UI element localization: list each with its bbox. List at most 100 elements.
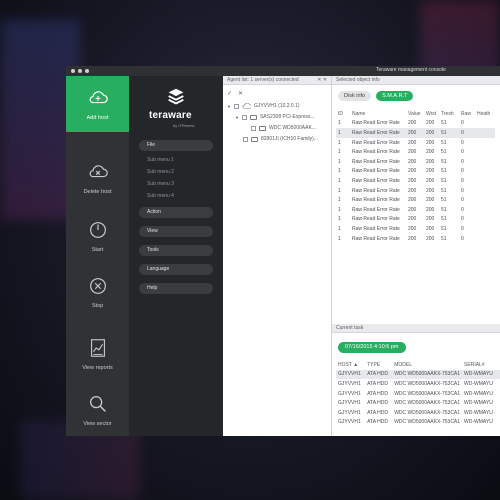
menu-language[interactable]: Language [139,264,213,275]
column-header[interactable]: Wrst [424,109,439,119]
table-cell: 1 [338,158,341,165]
controller-icon [249,114,257,120]
column-header[interactable]: TYPE [365,360,392,370]
table-cell: 200 [408,235,417,242]
submenu-item[interactable]: Sub menu 4 [147,193,174,199]
table-row[interactable]: GJYVVH1 ATA HDD WDC WD5000AAKX-753CA1 WD-WM… [336,398,500,408]
table-cell: ATA HDD [367,409,389,416]
table-cell: 200 [424,128,439,138]
table-cell: ATA HDD [367,419,389,426]
table-cell: 51 [441,139,447,146]
tree-checkbox[interactable] [241,114,247,120]
task-date-button[interactable]: 07/16/2015 4:10:6 pm [338,342,406,353]
table-row[interactable]: 1 Raw Read Error Rate 200 200 51 0 [336,157,495,167]
submenu-item[interactable]: Sub menu 3 [147,181,174,187]
table-row[interactable]: 1 Raw Read Error Rate 200 200 51 0 [336,138,495,148]
table-cell [475,167,495,177]
table-row[interactable]: 1 Raw Read Error Rate 200 200 51 0 [336,215,495,225]
table-row[interactable]: 1 Raw Read Error Rate 200 200 51 0 [336,186,495,196]
table-cell: WDC WD5000AAKX-753CA1 [394,419,461,426]
stop-button[interactable]: Stop [66,264,129,320]
table-cell: 0 [461,139,464,146]
tree-node-controller[interactable]: ▼ SAS2308 PCI-Express... [235,114,315,120]
table-row[interactable]: GJYVVH1 ATA HDD WDC WD5000AAKX-753CA1 WD-WM… [336,379,500,389]
menu-file[interactable]: File [139,140,213,151]
table-cell: 200 [408,177,417,184]
table-row[interactable]: 1 Raw Read Error Rate 200 200 51 0 [336,205,495,215]
column-header[interactable]: ID [336,109,350,119]
table-row[interactable]: 1 Raw Read Error Rate 200 200 51 0 [336,119,495,129]
table-cell: 0 [461,206,464,213]
table-row[interactable]: GJYVVH1 ATA HDD WDC WD5000AAKX-753CA1 WD-WM… [336,389,500,399]
smart-table: ID Name Value Wrst Tresh Raw Heath 1 Raw … [336,109,495,243]
table-cell: 1 [338,139,341,146]
table-row[interactable]: 1 Raw Read Error Rate 200 200 51 0 [336,147,495,157]
table-row[interactable]: 1 Raw Read Error Rate 200 200 51 0 [336,234,495,244]
table-cell [475,215,495,225]
add-host-button[interactable]: Add host [66,76,129,132]
tree-node-disk[interactable]: WDC WD5000AAK... [251,125,316,131]
start-button[interactable]: Start [66,208,129,264]
table-row[interactable]: GJYVVH1 ATA HDD WDC WD5000AAKX-753CA1 WD-WM… [336,418,500,428]
column-header[interactable]: Name [350,109,406,119]
menu-panel: teraware by ITRenew File Sub menu 1 Sub … [129,76,223,436]
table-header-row: ID Name Value Wrst Tresh Raw Heath [336,109,495,119]
table-cell: GJYVVH1 [338,390,361,397]
submenu-item[interactable]: Sub menu 2 [147,169,174,175]
tree-checkbox[interactable] [233,103,239,109]
close-window-button[interactable] [71,69,75,73]
check-all-icon[interactable]: ✓ [227,90,232,97]
report-chart-icon [90,339,105,357]
menu-view[interactable]: View [139,226,213,237]
column-header[interactable]: Heath [475,109,495,119]
add-cloud-icon [89,91,108,104]
tree-checkbox[interactable] [251,125,256,131]
menu-action[interactable]: Action [139,207,213,218]
tab-disk-info[interactable]: Disk info [338,91,372,101]
table-cell: 0 [461,158,464,165]
table-cell: 1 [338,168,341,175]
table-row[interactable]: GJYVVH1 ATA HDD WDC WD5000AAKX-753CA1 WD-WM… [336,369,500,380]
submenu-item[interactable]: Sub menu 1 [147,157,174,163]
column-header[interactable]: MODEL [392,360,462,370]
column-header[interactable]: Raw [459,109,475,119]
expand-caret-icon[interactable]: ▼ [227,104,231,109]
view-reports-button[interactable]: View reports [66,326,129,382]
column-header[interactable]: HOST ▲ [336,360,365,370]
column-header[interactable]: SERIAL# [462,360,500,370]
table-row[interactable]: 1 Raw Read Error Rate 200 200 51 0 [336,176,495,186]
table-cell: 0 [461,168,464,175]
table-cell: GJYVVH1 [338,409,361,416]
tree-node-controller[interactable]: 82801JI (ICH10 Family)... [243,136,318,142]
tree-label: 82801JI (ICH10 Family)... [261,136,318,142]
maximize-window-button[interactable] [85,69,89,73]
view-sector-button[interactable]: View sector [66,382,129,436]
expand-caret-icon[interactable]: ▼ [235,115,239,120]
tree-node-host[interactable]: ▼ GJYVVH1 (10.2.0.1) [227,103,300,109]
table-row[interactable]: 1 Raw Read Error Rate 200 200 51 0 [336,167,495,177]
column-header[interactable]: Value [406,109,424,119]
table-cell: 1 [338,225,341,232]
menu-help[interactable]: Help [139,283,213,294]
table-cell: Raw Read Error Rate [352,216,400,223]
brand-subtitle: by ITRenew [173,123,195,128]
menu-tools[interactable]: Tools [139,245,213,256]
table-row[interactable]: GJYVVH1 ATA HDD WDC WD5000AAKX-753CA1 WD-WM… [336,408,500,418]
table-row[interactable]: 1 Raw Read Error Rate 200 200 51 0 [336,195,495,205]
tree-checkbox[interactable] [243,136,248,142]
minimize-window-button[interactable] [78,69,82,73]
table-row[interactable]: 1 Raw Read Error Rate 200 200 51 0 [336,128,495,138]
tab-smart[interactable]: S.M.A.R.T [376,91,414,101]
column-header[interactable]: Tresh [439,109,459,119]
icon-sidebar: Add host Delete host Start Stop View rep… [66,76,129,436]
table-row[interactable]: 1 Raw Read Error Rate 200 200 51 0 [336,224,495,234]
table-cell: 0 [461,235,464,242]
table-cell: 200 [426,216,435,223]
panel-close-icons[interactable]: ✕ ✕ [317,76,327,85]
delete-host-button[interactable]: Delete host [66,150,129,206]
uncheck-all-icon[interactable]: ✕ [238,90,243,97]
table-cell: Raw Read Error Rate [352,206,400,213]
title-bar: Teraware management console [66,66,500,76]
table-cell [475,119,495,129]
table-cell: 1 [338,206,341,213]
